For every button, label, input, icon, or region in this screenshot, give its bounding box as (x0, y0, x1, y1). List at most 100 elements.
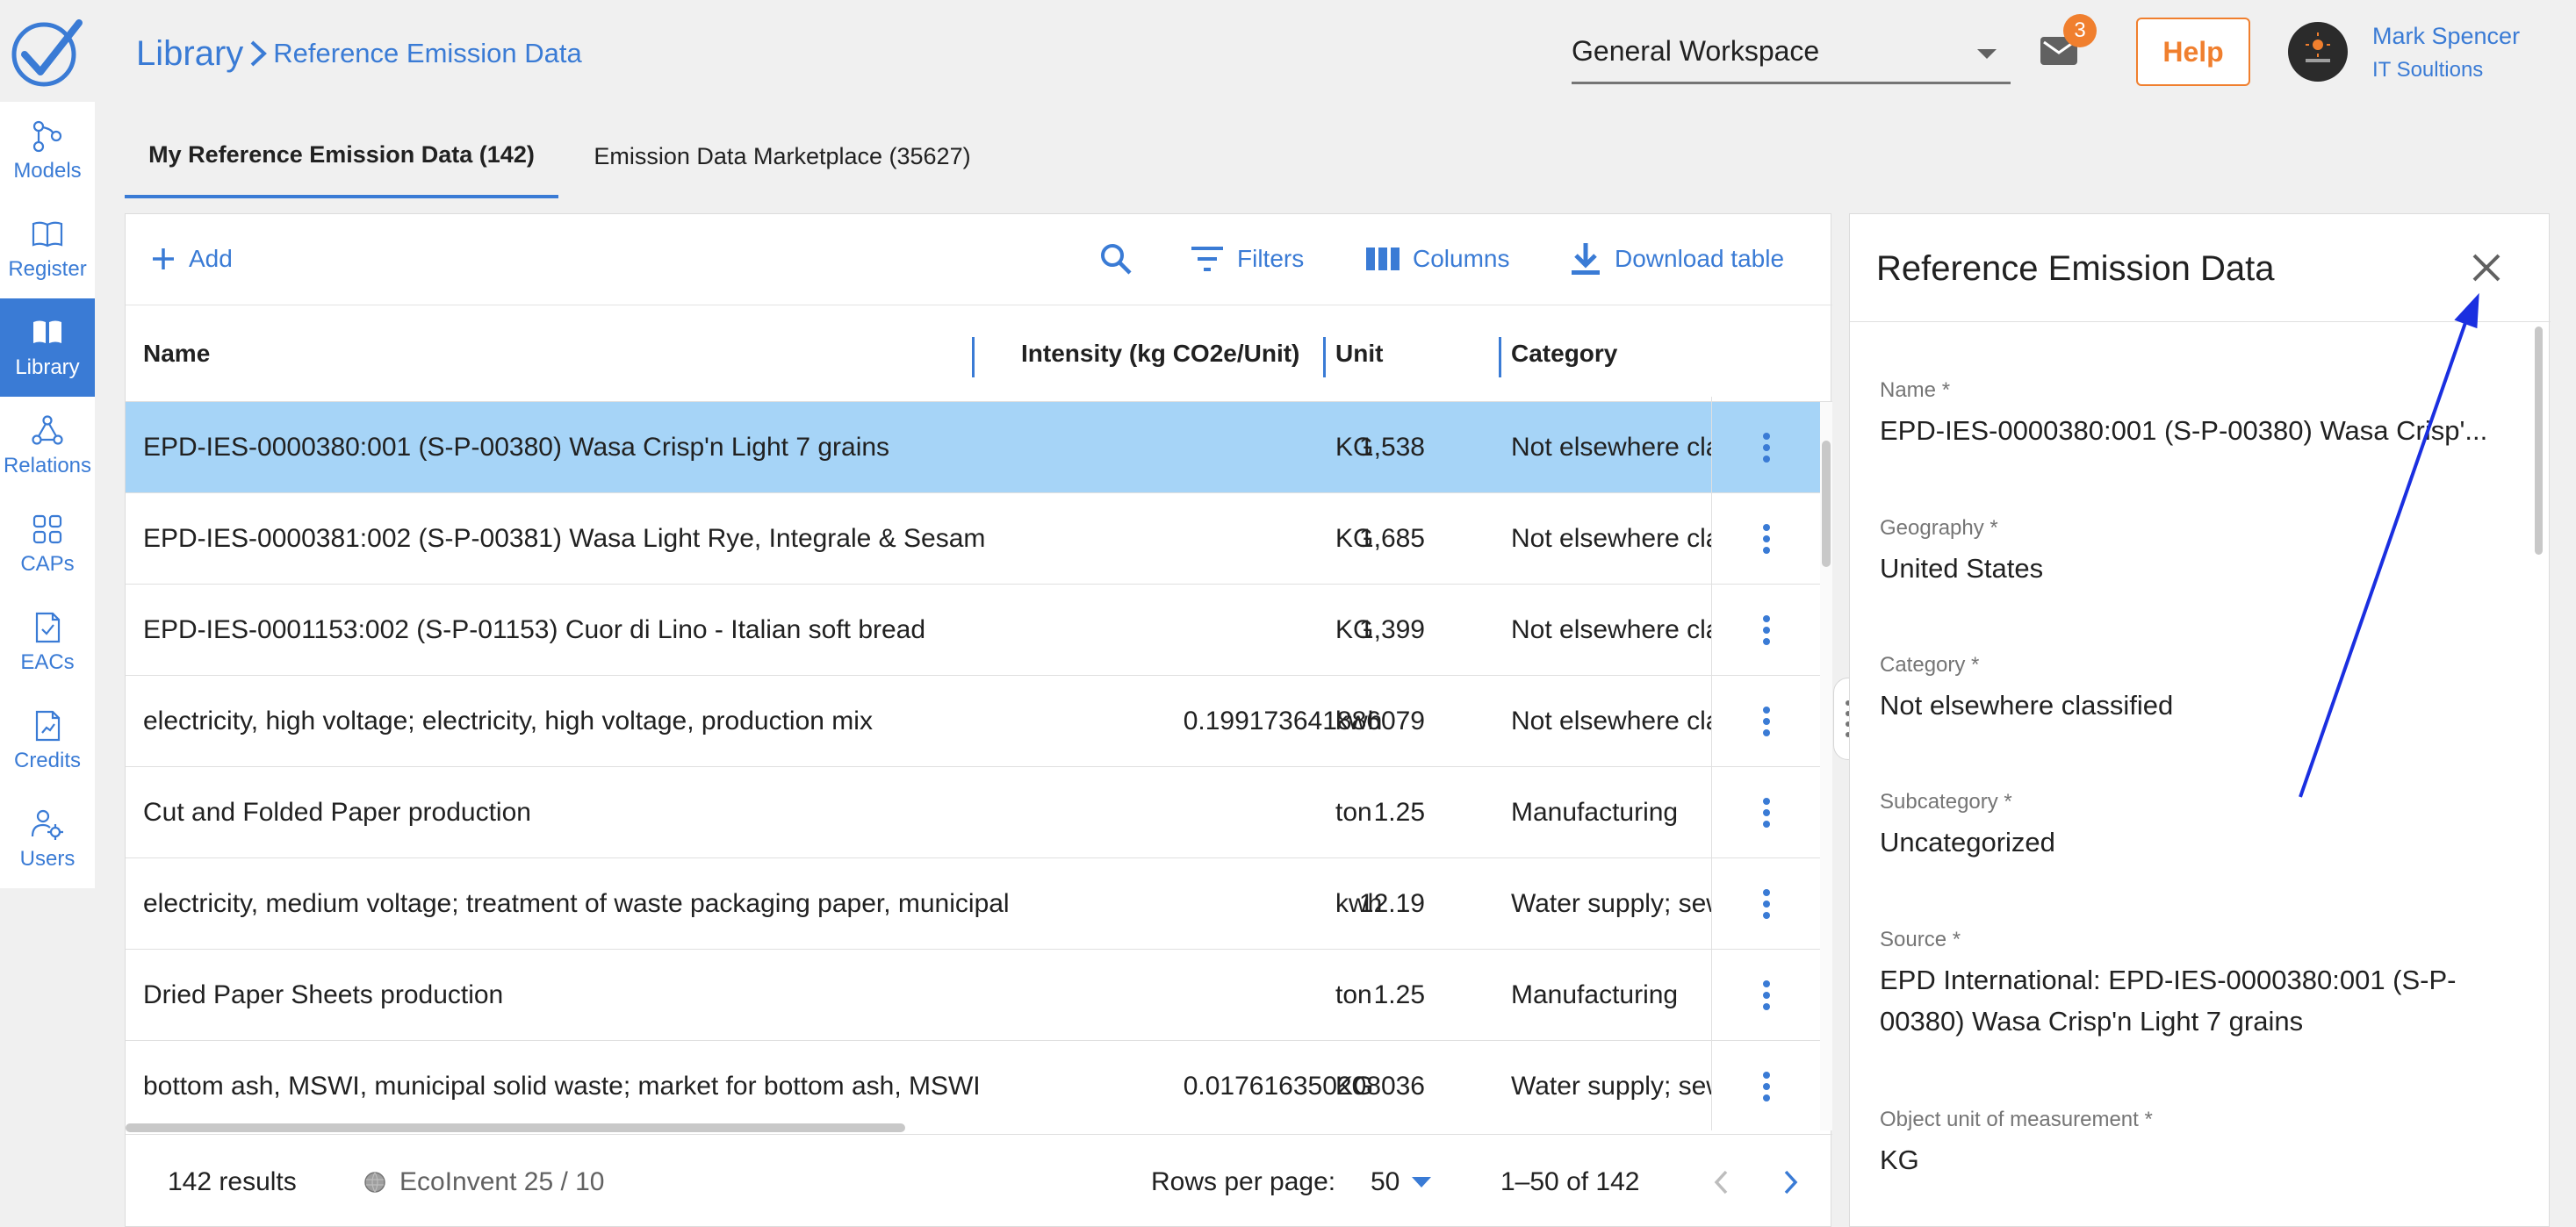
dropdown-caret-icon (1977, 49, 1997, 59)
sidebar-item-label: Relations (3, 454, 92, 477)
cell-unit: KG (1335, 615, 1374, 644)
filters-button[interactable]: Filters (1190, 237, 1304, 281)
chevron-right-icon (250, 40, 268, 67)
chevron-left-icon (1714, 1170, 1728, 1194)
search-icon (1101, 244, 1132, 275)
divider (1850, 321, 2551, 322)
scrollbar-thumb[interactable] (126, 1123, 905, 1132)
table-body: EPD-IES-0000380:001 (S-P-00380) Wasa Cri… (126, 402, 1820, 1130)
more-vertical-icon (1762, 433, 1770, 463)
sidebar-item-users[interactable]: Users (0, 790, 95, 888)
row-menu-button[interactable] (1711, 585, 1820, 676)
workspace-select[interactable]: General Workspace (1572, 26, 2011, 84)
close-icon[interactable] (2464, 246, 2508, 290)
caps-grid-icon (32, 514, 62, 544)
table-horizontal-scrollbar[interactable] (126, 1122, 1820, 1134)
row-menu-button[interactable] (1711, 858, 1820, 950)
field-value-geography: United States (1880, 553, 2044, 584)
cell-category: Not elsewhere classified (1511, 524, 1711, 553)
next-page-button[interactable] (1781, 1135, 1799, 1227)
table-row[interactable]: EPD-IES-0000380:001 (S-P-00380) Wasa Cri… (126, 402, 1820, 493)
more-vertical-icon (1762, 707, 1770, 736)
table-row[interactable]: electricity, high voltage; electricity, … (126, 676, 1820, 767)
table-row[interactable]: electricity, medium voltage; treatment o… (126, 858, 1820, 950)
caret-down-icon (1412, 1176, 1432, 1188)
checkmark-logo[interactable] (9, 16, 84, 91)
sidebar-item-label: Users (19, 847, 76, 871)
rows-per-page-value: 50 (1371, 1166, 1400, 1196)
results-count: 142 results (168, 1166, 297, 1196)
table-footer: 142 results EcoInvent 25 / 10 Rows per p… (126, 1134, 1832, 1227)
avatar[interactable] (2288, 22, 2348, 82)
search-button[interactable] (1098, 237, 1146, 281)
sidebar-item-register[interactable]: Register (0, 200, 95, 298)
sidebar-item-label: Credits (13, 749, 82, 772)
rows-per-page-select[interactable]: 50 (1371, 1135, 1432, 1227)
table-row[interactable]: Dried Paper Sheets production 1.25 ton M… (126, 950, 1820, 1041)
download-table-button[interactable]: Download table (1569, 237, 1784, 281)
detail-panel-scrollbar[interactable] (2533, 321, 2545, 1227)
pagination-range: 1–50 of 142 (1500, 1166, 1640, 1196)
column-header-category[interactable]: Category (1511, 305, 1617, 402)
sidebar-item-eacs[interactable]: EACs (0, 593, 95, 692)
column-header-name[interactable]: Name (143, 305, 210, 402)
sidebar-item-credits[interactable]: Credits (0, 692, 95, 790)
breadcrumb-root-link[interactable]: Library (136, 34, 243, 74)
cell-name: bottom ash, MSWI, municipal solid waste;… (143, 1072, 981, 1101)
table-row[interactable]: bottom ash, MSWI, municipal solid waste;… (126, 1041, 1820, 1130)
previous-page-button[interactable] (1713, 1135, 1731, 1227)
table-vertical-scrollbar[interactable] (1820, 402, 1832, 1130)
sidebar-item-library[interactable]: Library (0, 298, 95, 397)
cell-unit: ton (1335, 798, 1372, 827)
cell-name: electricity, medium voltage; treatment o… (143, 889, 1010, 918)
row-menu-button[interactable] (1711, 676, 1820, 767)
scrollbar-thumb[interactable] (1822, 441, 1831, 567)
more-vertical-icon (1762, 798, 1770, 828)
user-name[interactable]: Mark Spencer (2372, 23, 2520, 50)
columns-button[interactable]: Columns (1365, 237, 1509, 281)
sidebar-item-label: Register (8, 257, 87, 281)
cell-category: Manufacturing (1511, 798, 1679, 827)
row-menu-button[interactable] (1711, 950, 1820, 1041)
cell-unit: kwh (1335, 889, 1383, 918)
row-menu-button[interactable] (1711, 767, 1820, 858)
sidebar-item-models[interactable]: Models (0, 102, 95, 200)
cell-name: electricity, high voltage; electricity, … (143, 707, 873, 735)
column-resizer[interactable] (1323, 337, 1326, 377)
table-row[interactable]: EPD-IES-0000381:002 (S-P-00381) Wasa Lig… (126, 493, 1820, 585)
filters-button-label: Filters (1237, 245, 1305, 272)
ecoinvent-globe-icon (364, 1171, 385, 1193)
field-value-name: EPD-IES-0000380:001 (S-P-00380) Wasa Cri… (1880, 415, 2488, 446)
sidebar-nav: Models Register Library Relations CAPs E… (0, 102, 95, 888)
sidebar-item-caps[interactable]: CAPs (0, 495, 95, 593)
sidebar-item-label: CAPs (20, 552, 75, 576)
download-table-label: Download table (1615, 245, 1785, 272)
cell-category: Not elsewhere classified (1511, 707, 1711, 735)
detail-panel: Reference Emission Data Name * EPD-IES-0… (1849, 213, 2551, 1227)
sidebar-item-relations[interactable]: Relations (0, 397, 95, 495)
ecoinvent-label: EcoInvent 25 / 10 (399, 1166, 605, 1196)
row-menu-button[interactable] (1711, 1041, 1820, 1130)
row-menu-button[interactable] (1711, 493, 1820, 585)
help-button[interactable]: Help (2136, 18, 2250, 86)
add-button[interactable]: Add (150, 237, 233, 281)
column-resizer[interactable] (972, 337, 975, 377)
tab-my-reference-emission-data[interactable]: My Reference Emission Data (142) (125, 114, 558, 198)
field-value-object-unit: KG (1880, 1144, 1919, 1175)
column-resizer[interactable] (1499, 337, 1501, 377)
tab-emission-data-marketplace[interactable]: Emission Data Marketplace (35627) (558, 114, 1006, 198)
register-book-icon (32, 221, 63, 248)
sidebar-item-label: Library (15, 355, 80, 379)
breadcrumb: Library Reference Emission Data (136, 32, 582, 75)
plus-icon (153, 248, 174, 269)
columns-button-label: Columns (1413, 245, 1510, 272)
scrollbar-thumb[interactable] (2535, 326, 2543, 555)
cell-unit: KG (1335, 433, 1374, 462)
cell-name: EPD-IES-0000380:001 (S-P-00380) Wasa Cri… (143, 433, 890, 462)
table-row[interactable]: EPD-IES-0001153:002 (S-P-01153) Cuor di … (126, 585, 1820, 676)
table-row[interactable]: Cut and Folded Paper production 1.25 ton… (126, 767, 1820, 858)
column-header-intensity[interactable]: Intensity (kg CO2e/Unit) (1021, 305, 1299, 402)
row-menu-button[interactable] (1711, 402, 1820, 493)
column-header-unit[interactable]: Unit (1335, 305, 1383, 402)
relations-icon (32, 415, 63, 445)
